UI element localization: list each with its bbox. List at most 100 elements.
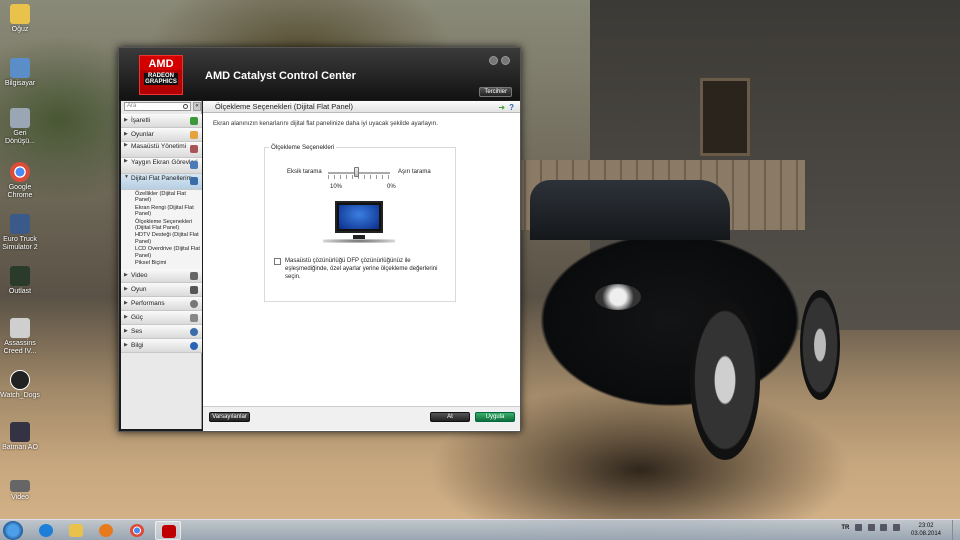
info-icon xyxy=(190,342,198,351)
language-indicator[interactable]: TR xyxy=(841,525,849,531)
wallpaper-window xyxy=(700,78,750,156)
scaling-options-group: Ölçekleme Seçenekleri Eksik tarama Aşırı… xyxy=(264,144,456,302)
window-footer: Varsayılanlar At Uygula xyxy=(203,406,520,430)
monitor-shadow xyxy=(323,239,395,243)
desktop-icon-recycle-bin[interactable]: Geri Dönüşü... xyxy=(0,108,40,146)
clock[interactable]: 23:02 03.08.2014 xyxy=(906,522,946,538)
sidebar-item-video[interactable]: ▶ Video xyxy=(121,269,202,284)
chevron-right-icon: ▶ xyxy=(124,272,128,279)
taskbar-internet-explorer[interactable] xyxy=(33,521,59,540)
header-actions: ➜? xyxy=(498,102,514,114)
taskbar: TR 23:02 03.08.2014 xyxy=(0,519,960,540)
monitor-screen xyxy=(339,205,379,229)
submenu-item-lcd-overdrive[interactable]: LCD Overdrive (Dijital Flat Panel) xyxy=(135,246,202,259)
system-tray: TR xyxy=(841,524,900,531)
minimize-icon[interactable] xyxy=(489,56,498,65)
sidebar-item-desktop-management[interactable]: ▶ Masaüstü Yönetimi xyxy=(121,142,202,158)
pin-page-icon[interactable]: ➜ xyxy=(498,103,505,112)
preferences-button[interactable]: Tercihler xyxy=(479,87,512,97)
sidebar-item-gaming[interactable]: ▶ Oyun xyxy=(121,283,202,298)
gauge-icon xyxy=(190,300,198,309)
collapse-sidebar-button[interactable]: « xyxy=(193,102,201,111)
flat-panel-icon xyxy=(190,177,198,185)
chevron-right-icon: ▶ xyxy=(124,117,128,123)
submenu-item-hdtv-support[interactable]: HDTV Desteği (Dijital Flat Panel) xyxy=(135,232,202,245)
battery-icon xyxy=(190,314,198,323)
taskbar-media-player[interactable] xyxy=(93,521,119,540)
submenu-item-scaling-options[interactable]: Ölçekleme Seçenekleri (Dijital Flat Pane… xyxy=(135,219,202,232)
close-icon[interactable] xyxy=(501,56,510,65)
sidebar-item-performance[interactable]: ▶ Performans xyxy=(121,297,202,312)
content-header: Ölçekleme Seçenekleri (Dijital Flat Pane… xyxy=(203,101,520,113)
desktop-icon-euro-truck[interactable]: Euro Truck Simulator 2 xyxy=(0,214,40,252)
group-title: Ölçekleme Seçenekleri xyxy=(269,144,337,151)
submenu-item-properties[interactable]: Özellikler (Dijital Flat Panel) xyxy=(135,191,202,204)
clock-date: 03.08.2014 xyxy=(910,531,942,537)
start-button[interactable] xyxy=(3,521,23,540)
content-panel: Ölçekleme Seçenekleri (Dijital Flat Pane… xyxy=(203,101,520,431)
network-icon[interactable] xyxy=(880,524,888,531)
sidebar-item-info[interactable]: ▶ Bilgi xyxy=(121,339,202,354)
folder-icon xyxy=(10,4,30,24)
tray-flag-icon[interactable] xyxy=(867,524,875,531)
window-controls xyxy=(486,56,510,67)
chevron-right-icon: ▶ xyxy=(124,142,128,148)
watch-dogs-icon xyxy=(10,370,30,390)
desktop-icon-chrome[interactable]: Google Chrome xyxy=(0,162,40,200)
underscan-value: 10% xyxy=(330,184,343,190)
desktop-icon-watch-dogs[interactable]: Watch_Dogs xyxy=(0,370,40,400)
chrome-icon xyxy=(130,524,144,537)
sidebar-item-display-tasks[interactable]: ▶ Yaygın Ekran Görevleri xyxy=(121,158,202,174)
sidebar-item-games[interactable]: ▶ Oyunlar xyxy=(121,128,202,142)
defaults-button[interactable]: Varsayılanlar xyxy=(209,412,250,422)
scaling-slider-track[interactable] xyxy=(328,172,390,174)
show-desktop-button[interactable] xyxy=(952,520,960,540)
taskbar-amd-catalyst[interactable] xyxy=(155,521,181,540)
cancel-button[interactable]: At xyxy=(430,412,470,422)
search-icon[interactable] xyxy=(183,104,188,109)
help-icon[interactable]: ? xyxy=(509,103,514,112)
app-title: AMD Catalyst Control Center xyxy=(205,70,356,82)
desktop-icon-video[interactable]: Video xyxy=(0,480,40,502)
taskbar-chrome[interactable] xyxy=(124,521,150,540)
sidebar-item-flat-panels[interactable]: ▼ Dijital Flat Panellerim xyxy=(121,174,202,190)
recycle-bin-icon xyxy=(10,108,30,128)
chevron-right-icon: ▶ xyxy=(124,342,128,349)
tray-arrow-icon[interactable] xyxy=(854,524,862,531)
desktop-icon-batman[interactable]: Batman AO xyxy=(0,422,40,452)
search-input[interactable]: Ara xyxy=(124,102,191,111)
desktop-icon-computer[interactable]: Bilgisayar xyxy=(0,58,40,88)
sidebar-item-power[interactable]: ▶ Güç xyxy=(121,311,202,326)
wallpaper-car-wheel xyxy=(800,290,840,400)
taskbar-file-explorer[interactable] xyxy=(63,521,89,540)
submenu-item-pixel-format[interactable]: Piksel Biçimi xyxy=(135,260,202,266)
computer-icon xyxy=(10,58,30,78)
display-tasks-icon xyxy=(190,161,198,169)
chevron-right-icon: ▶ xyxy=(124,328,128,335)
sidebar-item-audio[interactable]: ▶ Ses xyxy=(121,325,202,340)
underscan-label: Eksik tarama xyxy=(287,169,322,175)
assassins-creed-icon xyxy=(10,318,30,338)
chevron-right-icon: ▶ xyxy=(124,314,128,321)
submenu-item-display-color[interactable]: Ekran Rengi (Dijital Flat Panel) xyxy=(135,205,202,218)
gamepad-icon xyxy=(190,131,198,139)
desktop-icon-assassins-creed[interactable]: Assassins Creed IV... xyxy=(0,318,40,356)
desktop-icon-outlast[interactable]: Outlast xyxy=(0,266,40,296)
chevron-right-icon: ▶ xyxy=(124,300,128,307)
overscan-label: Aşırı tarama xyxy=(398,169,431,175)
desktop-icon-user-folder[interactable]: Oğuz xyxy=(0,4,40,34)
apply-button[interactable]: Uygula xyxy=(475,412,515,422)
chevron-right-icon: ▶ xyxy=(124,286,128,293)
scaling-values-checkbox[interactable] xyxy=(274,258,281,265)
monitor-preview-icon xyxy=(335,201,383,233)
media-player-icon xyxy=(99,524,113,537)
page-description: Ekran alanınızın kenarlarını dijital fla… xyxy=(213,120,438,127)
file-explorer-icon xyxy=(69,524,83,537)
volume-icon[interactable] xyxy=(893,524,900,531)
scaling-slider-handle[interactable] xyxy=(354,167,359,177)
amd-catalyst-icon xyxy=(162,525,176,538)
sidebar-item-pinned[interactable]: ▶ İşaretli xyxy=(121,114,202,128)
scaling-values-checkbox-label: Masaüstü çözünürlüğü DFP çözünürlüğünüz … xyxy=(285,258,438,280)
chevron-right-icon: ▶ xyxy=(124,131,128,137)
chevron-right-icon: ▶ xyxy=(124,158,128,164)
